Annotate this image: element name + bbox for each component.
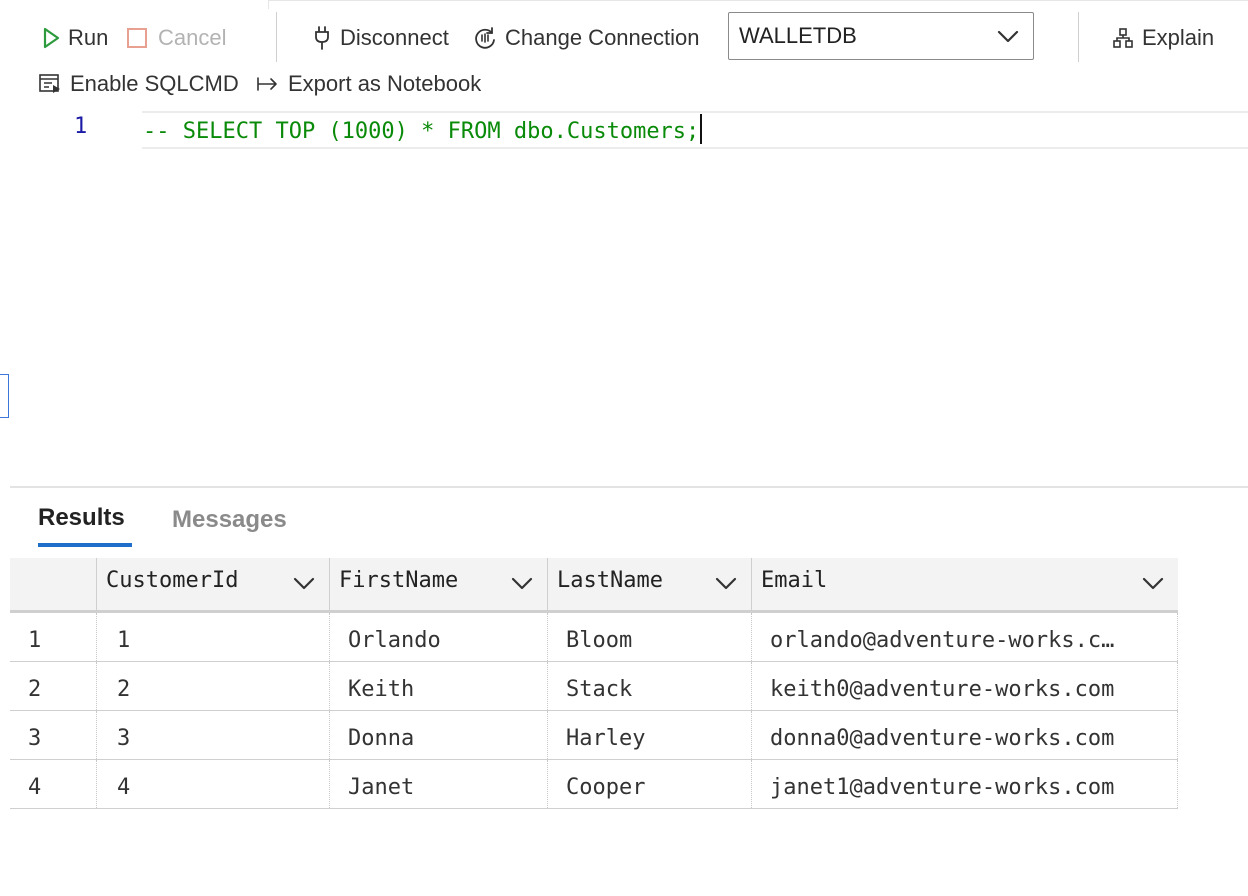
cell-lastname[interactable]: Cooper [547, 760, 751, 808]
column-header-email[interactable]: Email [751, 558, 1178, 610]
change-connection-label: Change Connection [505, 25, 700, 50]
line-number: 1 [74, 114, 88, 139]
play-icon [43, 27, 60, 49]
table-row[interactable]: 3 3 Donna Harley donna0@adventure-works.… [10, 711, 1178, 760]
plug-icon [315, 26, 329, 50]
panel-splitter[interactable] [10, 486, 1248, 488]
disconnect-label: Disconnect [340, 25, 449, 50]
run-label: Run [68, 25, 109, 50]
enable-sqlcmd-button[interactable]: Enable SQLCMD [38, 64, 239, 104]
toolbar-divider [1078, 12, 1079, 62]
row-number-cell[interactable]: 3 [10, 711, 96, 759]
cell-firstname[interactable]: Donna [329, 711, 547, 759]
table-row[interactable]: 4 4 Janet Cooper janet1@adventure-works.… [10, 760, 1178, 809]
chevron-down-icon[interactable] [511, 575, 533, 591]
chevron-down-icon[interactable] [1142, 575, 1164, 591]
query-toolbar: Run Cancel Disconnect Change Connection … [0, 0, 1248, 110]
cell-value: Keith [348, 677, 415, 702]
row-number: 4 [28, 775, 42, 800]
column-header-label: Email [761, 568, 828, 593]
chevron-down-icon[interactable] [293, 575, 315, 591]
cell-value: 4 [117, 775, 131, 800]
column-header-label: LastName [557, 568, 663, 593]
sql-editor[interactable]: 1 -- SELECT TOP (1000) * FROM dbo.Custom… [10, 108, 1248, 486]
text-caret [700, 114, 703, 144]
cell-firstname[interactable]: Orlando [329, 613, 547, 661]
arrow-right-bar-icon [257, 77, 277, 91]
row-number: 2 [28, 677, 42, 702]
column-header-firstname[interactable]: FirstName [329, 558, 547, 610]
table-row[interactable]: 1 1 Orlando Bloom orlando@adventure-work… [10, 613, 1178, 662]
cell-value: janet1@adventure-works.com [770, 775, 1115, 800]
stop-square-icon [127, 28, 147, 48]
cell-value: 2 [117, 677, 131, 702]
cell-email[interactable]: keith0@adventure-works.com [751, 662, 1178, 710]
cell-value: Stack [566, 677, 633, 702]
refresh-connection-icon [475, 27, 495, 49]
tab-messages[interactable]: Messages [172, 506, 287, 534]
row-number-cell[interactable]: 2 [10, 662, 96, 710]
sqlcmd-icon [39, 74, 60, 93]
code-text: -- SELECT TOP (1000) * FROM dbo.Customer… [143, 119, 700, 144]
cell-customerid[interactable]: 1 [96, 613, 329, 661]
cell-value: Bloom [566, 628, 633, 653]
hierarchy-icon [1113, 28, 1133, 48]
toolbar-divider [276, 12, 277, 62]
code-line[interactable]: -- SELECT TOP (1000) * FROM dbo.Customer… [143, 114, 703, 144]
chevron-down-icon [997, 30, 1019, 43]
export-notebook-button[interactable]: Export as Notebook [256, 64, 481, 104]
row-number-cell[interactable]: 1 [10, 613, 96, 661]
cell-firstname[interactable]: Janet [329, 760, 547, 808]
database-select-value: WALLETDB [739, 23, 857, 48]
row-number: 3 [28, 726, 42, 751]
tab-results[interactable]: Results [38, 504, 125, 532]
column-header-lastname[interactable]: LastName [547, 558, 751, 610]
column-header-label: FirstName [339, 568, 459, 593]
enable-sqlcmd-label: Enable SQLCMD [70, 71, 239, 96]
cell-firstname[interactable]: Keith [329, 662, 547, 710]
cell-lastname[interactable]: Bloom [547, 613, 751, 661]
cell-value: keith0@adventure-works.com [770, 677, 1115, 702]
cell-value: 1 [117, 628, 131, 653]
explain-label: Explain [1142, 25, 1215, 50]
cell-customerid[interactable]: 4 [96, 760, 329, 808]
cancel-button[interactable]: Cancel [126, 18, 226, 58]
change-connection-button[interactable]: Change Connection [473, 18, 699, 58]
cell-customerid[interactable]: 3 [96, 711, 329, 759]
grid-header-row: CustomerId FirstName LastName Email [10, 558, 1178, 613]
cell-value: 3 [117, 726, 131, 751]
cell-value: orlando@adventure-works.c… [770, 628, 1115, 653]
tab-strip-edge [268, 0, 1248, 9]
row-number-cell[interactable]: 4 [10, 760, 96, 808]
cell-customerid[interactable]: 2 [96, 662, 329, 710]
table-row[interactable]: 2 2 Keith Stack keith0@adventure-works.c… [10, 662, 1178, 711]
cancel-label: Cancel [158, 25, 227, 50]
row-number: 1 [28, 628, 42, 653]
cell-value: donna0@adventure-works.com [770, 726, 1115, 751]
explain-button[interactable]: Explain [1112, 18, 1214, 58]
database-select[interactable]: WALLETDB [728, 12, 1034, 60]
cell-email[interactable]: orlando@adventure-works.c… [751, 613, 1178, 661]
run-button[interactable]: Run [42, 18, 108, 58]
cell-value: Cooper [566, 775, 646, 800]
cell-email[interactable]: donna0@adventure-works.com [751, 711, 1178, 759]
active-tab-indicator [38, 543, 132, 547]
disconnect-button[interactable]: Disconnect [312, 18, 449, 58]
cell-email[interactable]: janet1@adventure-works.com [751, 760, 1178, 808]
cell-value: Orlando [348, 628, 441, 653]
export-notebook-label: Export as Notebook [288, 71, 482, 96]
cell-lastname[interactable]: Stack [547, 662, 751, 710]
cell-value: Harley [566, 726, 646, 751]
cell-value: Janet [348, 775, 415, 800]
cell-value: Donna [348, 726, 415, 751]
cell-lastname[interactable]: Harley [547, 711, 751, 759]
chevron-down-icon[interactable] [715, 575, 737, 591]
column-header-customerid[interactable]: CustomerId [96, 558, 329, 610]
editor-focus-marker [0, 374, 9, 418]
column-header-label: CustomerId [106, 568, 239, 593]
results-grid: CustomerId FirstName LastName Email 1 1 … [10, 558, 1178, 809]
